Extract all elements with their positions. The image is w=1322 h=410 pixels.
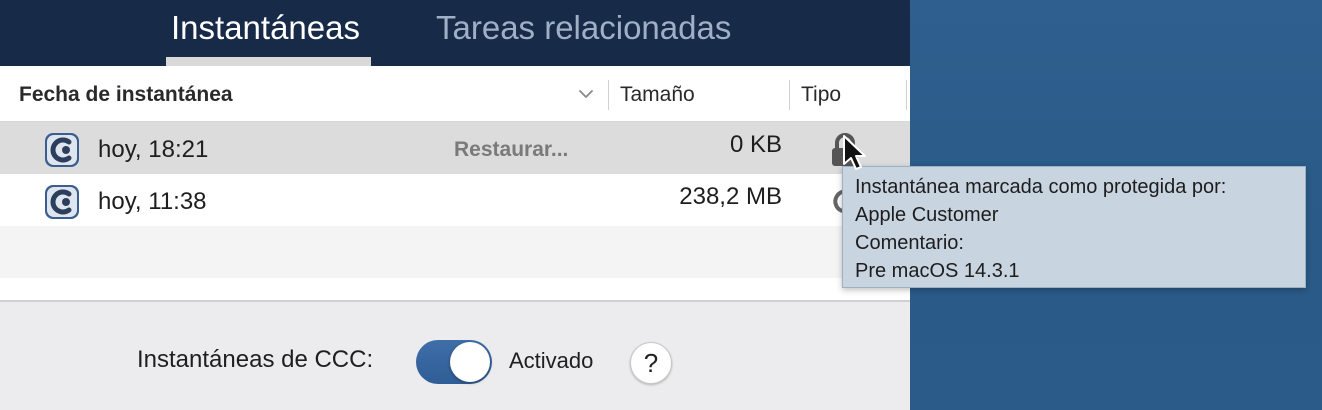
- protection-tooltip: Instantánea marcada como protegida por: …: [842, 166, 1306, 288]
- restore-button[interactable]: Restaurar...: [454, 122, 568, 178]
- help-button[interactable]: ?: [630, 342, 672, 384]
- table-header: Fecha de instantánea Tamaño Tipo: [0, 66, 910, 122]
- snapshot-size: 238,2 MB: [679, 183, 782, 210]
- toggle-state-label: Activado: [509, 348, 594, 373]
- tab-bar: Instantáneas Tareas relacionadas: [0, 0, 910, 66]
- tab-related-tasks[interactable]: Tareas relacionadas: [436, 0, 731, 66]
- table-row[interactable]: hoy, 18:21 Restaurar... 0 KB: [0, 122, 910, 174]
- table-row[interactable]: hoy, 11:38 238,2 MB: [0, 174, 910, 226]
- column-separator[interactable]: [906, 80, 907, 110]
- snapshot-date: hoy, 11:38: [98, 188, 207, 215]
- divider: [0, 300, 910, 302]
- tooltip-line: Pre macOS 14.3.1: [855, 260, 1020, 282]
- active-tab-indicator: [166, 57, 371, 66]
- column-header-date[interactable]: Fecha de instantánea: [19, 66, 233, 122]
- snapshots-toggle[interactable]: [416, 340, 492, 384]
- empty-row: [0, 226, 910, 278]
- column-header-type[interactable]: Tipo: [801, 66, 841, 122]
- column-header-size[interactable]: Tamaño: [620, 66, 695, 122]
- tooltip-line: Comentario:: [855, 232, 964, 254]
- empty-row: [0, 278, 910, 300]
- ccc-snapshot-icon: [45, 133, 79, 167]
- chevron-down-icon[interactable]: [578, 86, 594, 102]
- mouse-pointer-icon: [843, 135, 866, 170]
- snapshot-date: hoy, 18:21: [98, 136, 209, 163]
- ccc-snapshots-label: Instantáneas de CCC:: [137, 346, 374, 373]
- tooltip-line: Apple Customer: [855, 204, 999, 226]
- toggle-knob: [450, 342, 490, 382]
- snapshots-window: Instantáneas Tareas relacionadas Fecha d…: [0, 0, 910, 410]
- snapshot-size: 0 KB: [729, 131, 782, 158]
- column-separator[interactable]: [608, 80, 609, 110]
- tooltip-line: Instantánea marcada como protegida por:: [855, 176, 1227, 198]
- ccc-snapshot-icon: [45, 185, 79, 219]
- column-separator[interactable]: [789, 80, 790, 110]
